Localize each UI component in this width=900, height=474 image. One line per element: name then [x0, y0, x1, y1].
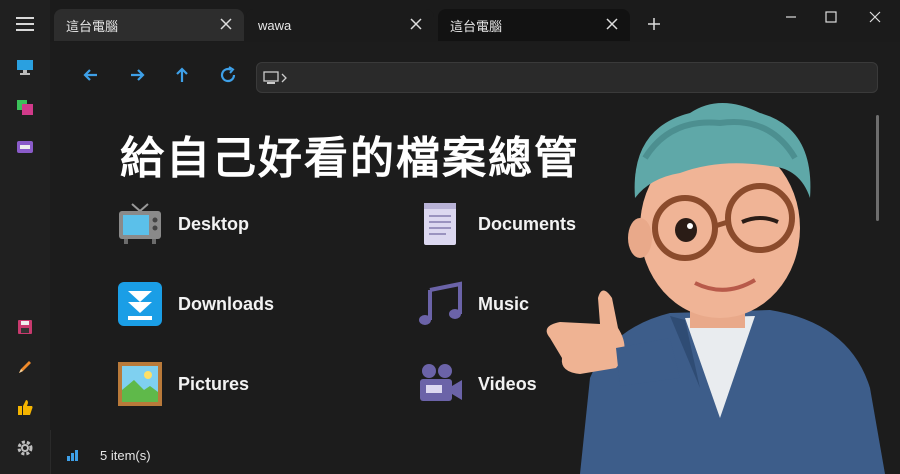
tape-icon[interactable]	[13, 135, 37, 159]
file-explorer-window: 這台電腦 wawa 這台電腦 給自己好看的檔案總管 Desktop Docume…	[0, 0, 900, 474]
settings-gear-icon[interactable]	[13, 436, 37, 460]
maximize-icon[interactable]	[820, 6, 842, 28]
this-pc-icon[interactable]	[13, 55, 37, 79]
tab-label: 這台電腦	[66, 18, 119, 34]
chevron-right-icon[interactable]	[280, 72, 288, 84]
folder-desktop[interactable]: Desktop	[116, 196, 416, 252]
notepad-icon	[424, 203, 456, 245]
new-tab-plus-icon[interactable]	[644, 14, 664, 34]
tab-this-pc-2[interactable]: 這台電腦	[438, 9, 630, 41]
pencil-icon[interactable]	[13, 355, 37, 379]
thumbs-up-icon[interactable]	[13, 395, 37, 419]
close-tab-icon[interactable]	[604, 16, 620, 32]
folder-label: Pictures	[178, 373, 250, 394]
floppy-disk-icon[interactable]	[13, 315, 37, 339]
video-camera-icon	[420, 364, 462, 401]
landscape-picture-icon	[118, 362, 162, 406]
left-rail	[0, 0, 51, 474]
close-tab-icon[interactable]	[408, 16, 424, 32]
tab-label: 這台電腦	[450, 18, 503, 34]
bar-chart-icon[interactable]	[66, 448, 80, 462]
cartoon-avatar-illustration	[546, 103, 885, 474]
download-arrow-icon	[118, 282, 162, 326]
forward-arrow-icon[interactable]	[126, 64, 148, 86]
minimize-icon[interactable]	[780, 6, 802, 28]
windows-copy-icon[interactable]	[13, 95, 37, 119]
folder-label: Desktop	[178, 213, 250, 234]
close-tab-icon[interactable]	[218, 16, 234, 32]
tab-bar: 這台電腦 wawa 這台電腦	[50, 0, 900, 42]
music-notes-icon	[419, 281, 462, 325]
computer-icon	[263, 71, 279, 84]
folder-label: Downloads	[178, 293, 275, 314]
up-arrow-icon[interactable]	[171, 64, 193, 86]
item-count: 5 item(s)	[100, 448, 151, 463]
tab-label: wawa	[258, 17, 292, 33]
folder-downloads[interactable]: Downloads	[116, 276, 416, 332]
hamburger-menu-icon[interactable]	[13, 12, 37, 36]
refresh-icon[interactable]	[217, 64, 239, 86]
folder-pictures[interactable]: Pictures	[116, 356, 416, 412]
tab-this-pc-1[interactable]: 這台電腦	[54, 9, 244, 41]
headline-banner: 給自己好看的檔案總管	[120, 133, 580, 184]
close-window-icon[interactable]	[864, 6, 886, 28]
tv-icon	[119, 203, 161, 244]
back-arrow-icon[interactable]	[80, 64, 102, 86]
tab-wawa[interactable]: wawa	[246, 9, 434, 41]
